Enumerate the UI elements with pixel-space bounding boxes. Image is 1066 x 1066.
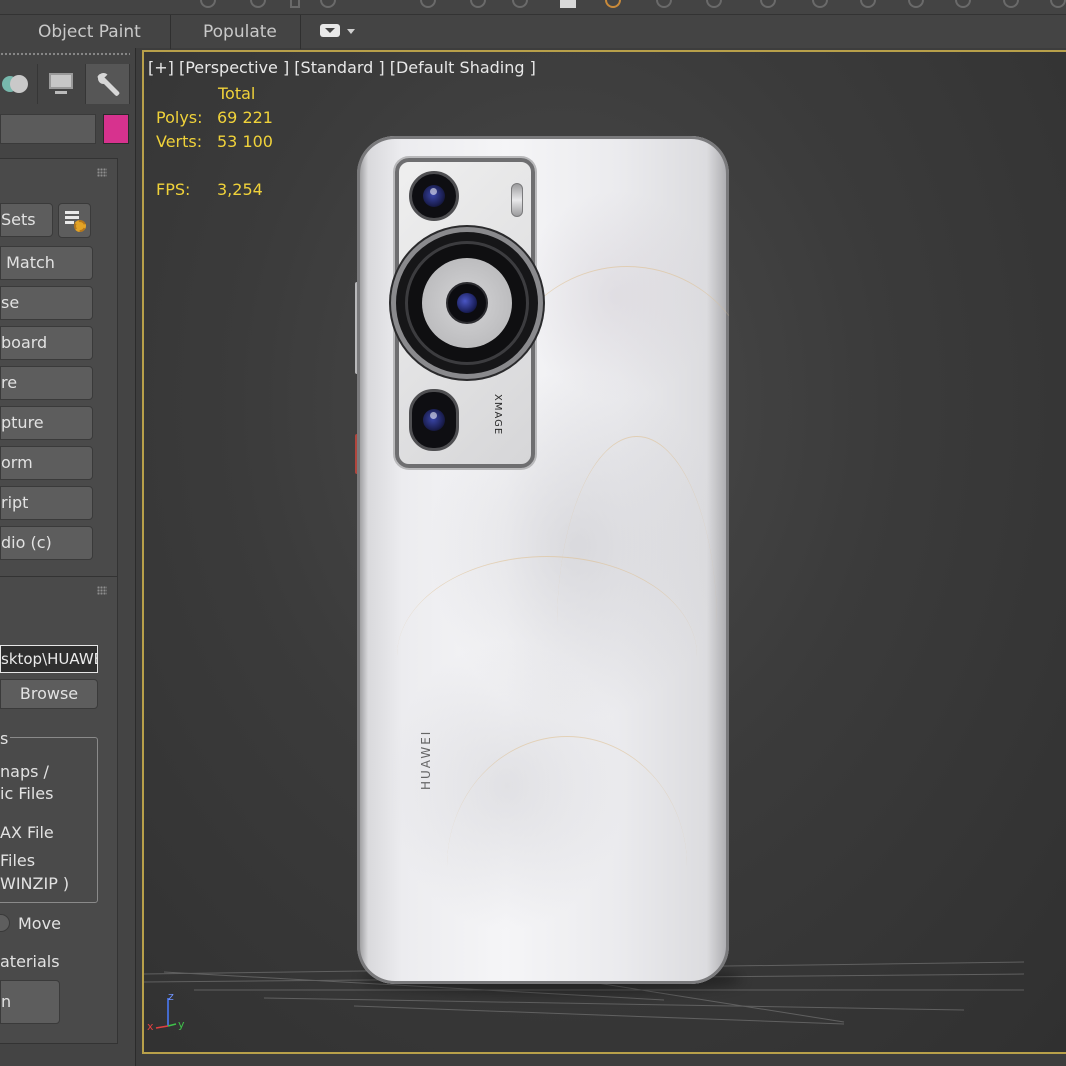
option-label[interactable]: WINZIP ) xyxy=(0,874,69,893)
utility-button[interactable]: pture xyxy=(0,406,93,440)
toolbar-icon[interactable] xyxy=(290,0,300,8)
toolbar-icon[interactable] xyxy=(908,0,924,8)
utility-button[interactable]: se xyxy=(0,286,93,320)
list-line xyxy=(65,216,79,219)
utility-button[interactable]: re xyxy=(0,366,93,400)
configure-sets-button[interactable] xyxy=(58,203,91,238)
tele-lens xyxy=(409,171,459,221)
tab-utilities[interactable] xyxy=(86,64,130,104)
toolbar-icon[interactable] xyxy=(320,0,336,8)
object-name-field[interactable] xyxy=(0,114,96,144)
list-line xyxy=(65,211,79,214)
utility-button-label: pture xyxy=(1,413,44,432)
display-sphere-icon xyxy=(2,74,28,94)
ribbon-toggle-icon xyxy=(320,24,340,37)
toolbar-icon[interactable] xyxy=(1050,0,1066,8)
polys-label: Polys: xyxy=(156,108,203,127)
toolbar-icon[interactable] xyxy=(512,0,528,8)
option-label[interactable]: Files xyxy=(0,851,35,870)
file-path-field[interactable]: sktop\HUAWE xyxy=(0,645,98,673)
panel-drag-handle[interactable] xyxy=(0,52,130,56)
toolbar-icon[interactable] xyxy=(812,0,828,8)
option-label[interactable]: naps / xyxy=(0,762,49,781)
polys-value: 69 221 xyxy=(217,108,273,127)
wrench-icon xyxy=(96,72,122,98)
object-color-swatch[interactable] xyxy=(103,114,129,144)
group-title: s xyxy=(0,729,11,748)
toolbar-icon[interactable] xyxy=(656,0,672,8)
utility-button[interactable]: board xyxy=(0,326,93,360)
fps-value: 3,254 xyxy=(217,180,263,199)
axis-y-label: y xyxy=(178,1018,185,1031)
toolbar-icon[interactable] xyxy=(760,0,776,8)
run-button[interactable]: n xyxy=(0,980,60,1024)
toolbar-icon[interactable] xyxy=(200,0,216,8)
move-label: Move xyxy=(18,914,61,933)
ribbon-options-dropdown[interactable] xyxy=(320,24,356,40)
command-panel-tabs xyxy=(0,64,130,104)
toolbar-icon[interactable] xyxy=(420,0,436,8)
toolbar-icon[interactable] xyxy=(706,0,722,8)
tab-motion[interactable] xyxy=(38,64,86,104)
rollout-grip-icon[interactable] xyxy=(97,168,107,177)
tab-divider xyxy=(170,15,171,49)
tab-divider xyxy=(300,15,301,49)
utility-button[interactable]: ript xyxy=(0,486,93,520)
rollout-grip-icon[interactable] xyxy=(97,586,107,595)
tab-display[interactable] xyxy=(0,64,38,104)
toolbar-icon[interactable] xyxy=(605,0,621,8)
command-panel: Sets Match se board re pture orm ript di… xyxy=(0,48,136,1066)
sets-label: Sets xyxy=(1,210,36,229)
ribbon-tabs: Object Paint Populate xyxy=(0,14,1066,49)
verts-value: 53 100 xyxy=(217,132,273,151)
fps-label: FPS: xyxy=(156,180,191,199)
utility-button[interactable]: Match xyxy=(0,246,93,280)
utility-button-label: board xyxy=(1,333,48,352)
viewport-label-menu[interactable]: [+] [Perspective ] [Standard ] [Default … xyxy=(148,58,536,77)
utility-button-label: ript xyxy=(1,493,29,512)
utility-button-label: orm xyxy=(1,453,33,472)
max-window: Object Paint Populate Sets Match se boar… xyxy=(0,0,1066,1066)
marble-vein xyxy=(557,436,717,816)
main-toolbar xyxy=(0,0,1066,14)
utility-button[interactable]: dio (c) xyxy=(0,526,93,560)
verts-label: Verts: xyxy=(156,132,203,151)
toolbar-icon[interactable] xyxy=(1003,0,1019,8)
axis-x-label: x xyxy=(147,1020,154,1033)
chevron-down-icon xyxy=(347,29,355,34)
stats-header: Total xyxy=(218,84,256,103)
sets-button[interactable]: Sets xyxy=(0,203,53,237)
utility-button[interactable]: orm xyxy=(0,446,93,480)
main-lens xyxy=(391,227,543,379)
camera-module: XMAGE xyxy=(391,158,543,468)
gear-icon xyxy=(74,220,86,232)
flash-icon xyxy=(511,183,523,217)
toolbar-icon[interactable] xyxy=(470,0,486,8)
utility-button-label: re xyxy=(1,373,18,392)
utility-button-label: se xyxy=(1,293,20,312)
tab-populate[interactable]: Populate xyxy=(203,22,277,42)
toolbar-icon[interactable] xyxy=(560,0,576,8)
tab-object-paint[interactable]: Object Paint xyxy=(38,22,141,42)
option-label[interactable]: ic Files xyxy=(0,784,53,803)
monitor-stand xyxy=(55,91,67,94)
utility-button-label: dio (c) xyxy=(1,533,52,552)
periscope-lens xyxy=(409,389,459,451)
toolbar-icon[interactable] xyxy=(955,0,971,8)
toolbar-icon[interactable] xyxy=(860,0,876,8)
brand-wordmark: HUAWEI xyxy=(419,729,433,790)
monitor-icon xyxy=(49,73,73,89)
browse-button[interactable]: Browse xyxy=(0,679,98,709)
perspective-viewport[interactable]: [+] [Perspective ] [Standard ] [Default … xyxy=(142,50,1066,1054)
materials-label[interactable]: aterials xyxy=(0,952,60,971)
axis-z-label: z xyxy=(168,990,174,1003)
axis-gizmo: z x y xyxy=(144,988,204,1038)
utility-button-label: Match xyxy=(6,253,55,272)
option-label[interactable]: AX File xyxy=(0,823,54,842)
xmage-badge: XMAGE xyxy=(492,394,503,436)
toolbar-icon[interactable] xyxy=(250,0,266,8)
list-line xyxy=(65,221,74,224)
